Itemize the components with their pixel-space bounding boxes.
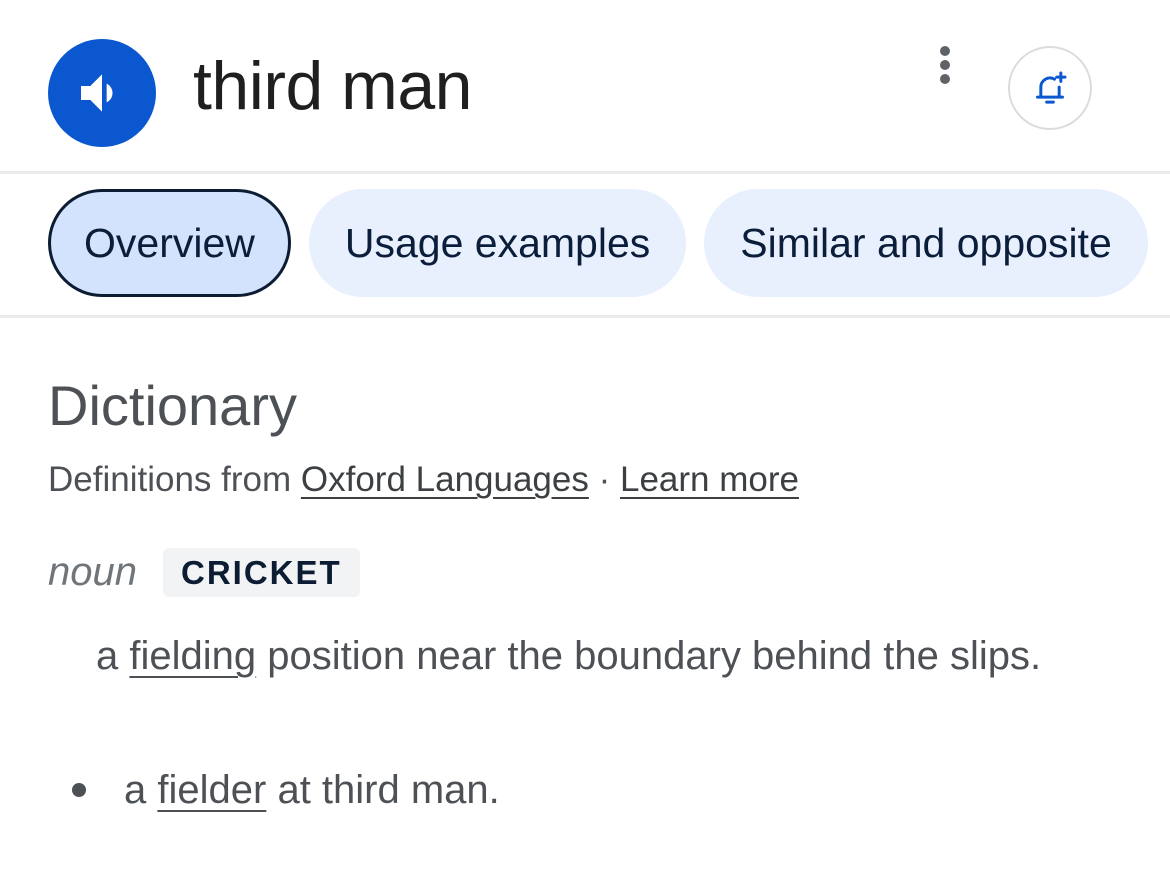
definition-text: a fielding position near the boundary be…	[96, 626, 1056, 686]
part-of-speech-row: noun CRICKET	[48, 548, 360, 597]
source-separator: ·	[598, 460, 611, 499]
fielding-link[interactable]: fielding	[129, 634, 256, 678]
source-prefix: Definitions from	[48, 460, 292, 499]
more-vert-icon	[940, 46, 950, 84]
more-options-button[interactable]	[920, 40, 970, 90]
word-title: third man	[193, 48, 472, 124]
tab-bar: Overview Usage examples Similar and oppo…	[48, 189, 1148, 297]
bell-plus-icon	[1036, 71, 1067, 104]
follow-button[interactable]	[1008, 46, 1092, 130]
dictionary-heading: Dictionary	[48, 374, 297, 437]
pronunciation-button[interactable]	[48, 39, 156, 147]
bullet	[72, 783, 86, 797]
example-item: a fielder at third man.	[72, 762, 500, 818]
header: third man	[0, 0, 1170, 172]
tab-overview[interactable]: Overview	[48, 189, 291, 297]
learn-more-link[interactable]: Learn more	[620, 460, 799, 499]
oxford-languages-link[interactable]: Oxford Languages	[301, 460, 589, 499]
fielder-link[interactable]: fielder	[157, 768, 266, 812]
part-of-speech: noun	[48, 550, 137, 594]
source-line: Definitions from Oxford Languages · Lear…	[48, 458, 799, 502]
example-part2: at third man.	[277, 768, 500, 812]
tab-usage-examples[interactable]: Usage examples	[308, 189, 687, 297]
definition-part2: position near the boundary behind the sl…	[267, 634, 1042, 678]
example-part1: a	[124, 768, 147, 812]
example-text: a fielder at third man.	[124, 762, 500, 818]
speaker-icon	[81, 74, 113, 112]
subject-label: CRICKET	[162, 548, 360, 597]
header-divider	[0, 171, 1170, 174]
tabs-divider	[0, 315, 1170, 318]
definition-part1: a	[96, 634, 119, 678]
tab-similar-and-opposite[interactable]: Similar and opposite	[704, 189, 1148, 297]
